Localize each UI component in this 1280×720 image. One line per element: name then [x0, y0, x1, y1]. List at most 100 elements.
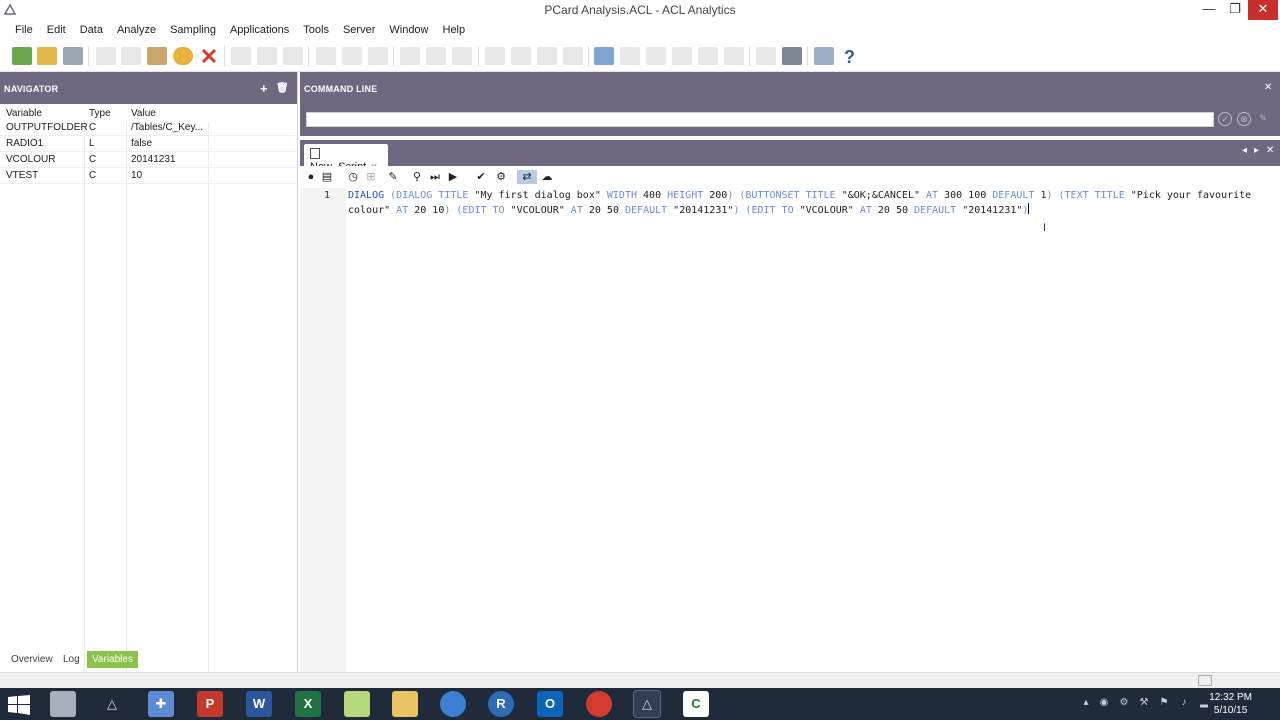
table-row[interactable]: OUTPUTFOLDER C /Tables/C_Key...: [0, 120, 297, 136]
command-line-toggle-icon[interactable]: [814, 47, 834, 65]
find-icon[interactable]: [316, 47, 336, 65]
taskbar-chrome-icon[interactable]: [586, 691, 612, 717]
taskbar-grid-icon[interactable]: ✚: [148, 691, 174, 717]
taskbar-r-icon[interactable]: R: [488, 691, 514, 717]
classify-icon[interactable]: [537, 47, 557, 65]
command-line-input[interactable]: [306, 112, 1214, 127]
print-icon[interactable]: [782, 47, 802, 65]
table-row[interactable]: RADIO1 L false: [0, 136, 297, 152]
command-line-close-icon[interactable]: ✕: [1264, 82, 1273, 93]
tray-overflow-icon[interactable]: ▴: [1080, 697, 1092, 709]
find-next-icon[interactable]: [342, 47, 362, 65]
tray-flag-icon[interactable]: ⚑: [1158, 697, 1170, 709]
format-icon[interactable]: [724, 47, 744, 65]
taskbar-excel-icon[interactable]: X: [295, 691, 321, 717]
taskbar-folder-green-icon[interactable]: [344, 691, 370, 717]
sync-icon[interactable]: ☁: [540, 170, 554, 184]
minimize-button[interactable]: —: [1196, 0, 1222, 20]
menu-window[interactable]: Window: [382, 21, 435, 39]
menu-sampling[interactable]: Sampling: [163, 21, 223, 39]
taskbar-acl-active-icon[interactable]: △: [633, 690, 661, 718]
index-icon[interactable]: [283, 47, 303, 65]
tray-signal-icon[interactable]: ▂: [1198, 697, 1210, 709]
close-button[interactable]: ✕: [1248, 0, 1278, 20]
taskbar-word-icon[interactable]: W: [246, 691, 272, 717]
menu-analyze[interactable]: Analyze: [110, 21, 163, 39]
menu-data[interactable]: Data: [73, 21, 110, 39]
search-icon[interactable]: [368, 47, 388, 65]
tab-next-icon[interactable]: ▸: [1254, 145, 1259, 156]
menu-tools[interactable]: Tools: [296, 21, 336, 39]
history-icon[interactable]: ◷: [346, 170, 360, 184]
undo-icon[interactable]: [173, 47, 193, 65]
remove-column-icon[interactable]: [646, 47, 666, 65]
column-value[interactable]: Value: [131, 108, 156, 119]
menu-applications[interactable]: Applications: [223, 21, 296, 39]
script-properties-icon[interactable]: ▤: [320, 170, 334, 184]
ok-icon[interactable]: ✓: [1218, 112, 1232, 126]
taskbar-clock[interactable]: 12:32 PM 5/10/15: [1209, 691, 1252, 717]
new-project-icon[interactable]: [12, 47, 32, 65]
edit-command-icon[interactable]: ✎: [1256, 112, 1270, 126]
run-icon[interactable]: ▶: [446, 170, 460, 184]
add-column-icon[interactable]: [594, 47, 614, 65]
copy-icon[interactable]: [121, 47, 141, 65]
print-preview-icon[interactable]: [756, 47, 776, 65]
summarize-icon[interactable]: [485, 47, 505, 65]
cancel-icon[interactable]: ⊗: [1237, 112, 1251, 126]
windows-start-icon[interactable]: [8, 695, 30, 715]
validate-icon[interactable]: ✔: [474, 170, 488, 184]
script-close-icon[interactable]: ✕: [1266, 145, 1274, 156]
tab-variables[interactable]: Variables: [87, 651, 138, 668]
menu-help[interactable]: Help: [436, 21, 473, 39]
column-type[interactable]: Type: [89, 108, 111, 119]
word-wrap-icon[interactable]: ⇄: [517, 170, 537, 184]
join-icon[interactable]: [400, 47, 420, 65]
menu-file[interactable]: File: [8, 21, 40, 39]
tab-overview[interactable]: Overview: [6, 651, 58, 668]
tray-chrome-icon[interactable]: ◉: [1098, 697, 1110, 709]
help-icon[interactable]: ?: [840, 47, 860, 65]
tray-settings-icon[interactable]: ⚙: [1118, 697, 1130, 709]
menu-edit[interactable]: Edit: [40, 21, 73, 39]
delete-icon[interactable]: [199, 47, 219, 65]
delete-variable-icon[interactable]: 🗑: [276, 83, 289, 94]
tab-prev-icon[interactable]: ◂: [1242, 145, 1247, 156]
maximize-button[interactable]: ❐: [1222, 0, 1248, 20]
delete-column-icon[interactable]: [672, 47, 692, 65]
table-layout-icon[interactable]: [231, 47, 251, 65]
edit-column-icon[interactable]: [620, 47, 640, 65]
tab-log[interactable]: Log: [58, 651, 85, 668]
insert-icon[interactable]: ⊞: [364, 170, 378, 184]
open-project-icon[interactable]: [37, 47, 57, 65]
link-icon[interactable]: ⚲: [410, 170, 424, 184]
stratify-icon[interactable]: [511, 47, 531, 65]
menu-server[interactable]: Server: [336, 21, 382, 39]
relate-icon[interactable]: [452, 47, 472, 65]
tab-new-script[interactable]: New_Script✕: [304, 144, 388, 173]
table-row[interactable]: VCOLOUR C 20141231: [0, 152, 297, 168]
script-code[interactable]: DIALOG (DIALOG TITLE "My first dialog bo…: [348, 189, 1258, 217]
taskbar-refresh-icon[interactable]: [440, 691, 466, 717]
debug-icon[interactable]: ⚙: [494, 170, 508, 184]
tray-volume-icon[interactable]: ♪: [1178, 697, 1190, 709]
merge-icon[interactable]: [426, 47, 446, 65]
column-variable[interactable]: Variable: [6, 108, 42, 119]
taskbar-tool-icon[interactable]: [50, 691, 76, 717]
paste-icon[interactable]: [147, 47, 167, 65]
cut-icon[interactable]: [96, 47, 116, 65]
taskbar-powerpoint-icon[interactable]: P: [197, 691, 223, 717]
cross-tab-icon[interactable]: [563, 47, 583, 65]
table-row[interactable]: VTEST C 10: [0, 168, 297, 184]
add-variable-icon[interactable]: +: [260, 81, 268, 96]
script-editor[interactable]: 1 DIALOG (DIALOG TITLE "My first dialog …: [300, 188, 1280, 672]
font-icon[interactable]: [698, 47, 718, 65]
filter-icon[interactable]: [257, 47, 277, 65]
taskbar-c-icon[interactable]: C: [683, 691, 709, 717]
taskbar-outlook-icon[interactable]: O: [537, 691, 563, 717]
edit-script-icon[interactable]: ✎: [386, 170, 400, 184]
tray-network-icon[interactable]: ⚒: [1138, 697, 1150, 709]
save-project-icon[interactable]: [63, 47, 83, 65]
record-icon[interactable]: ●: [304, 170, 318, 184]
taskbar-folder-icon[interactable]: [392, 691, 418, 717]
